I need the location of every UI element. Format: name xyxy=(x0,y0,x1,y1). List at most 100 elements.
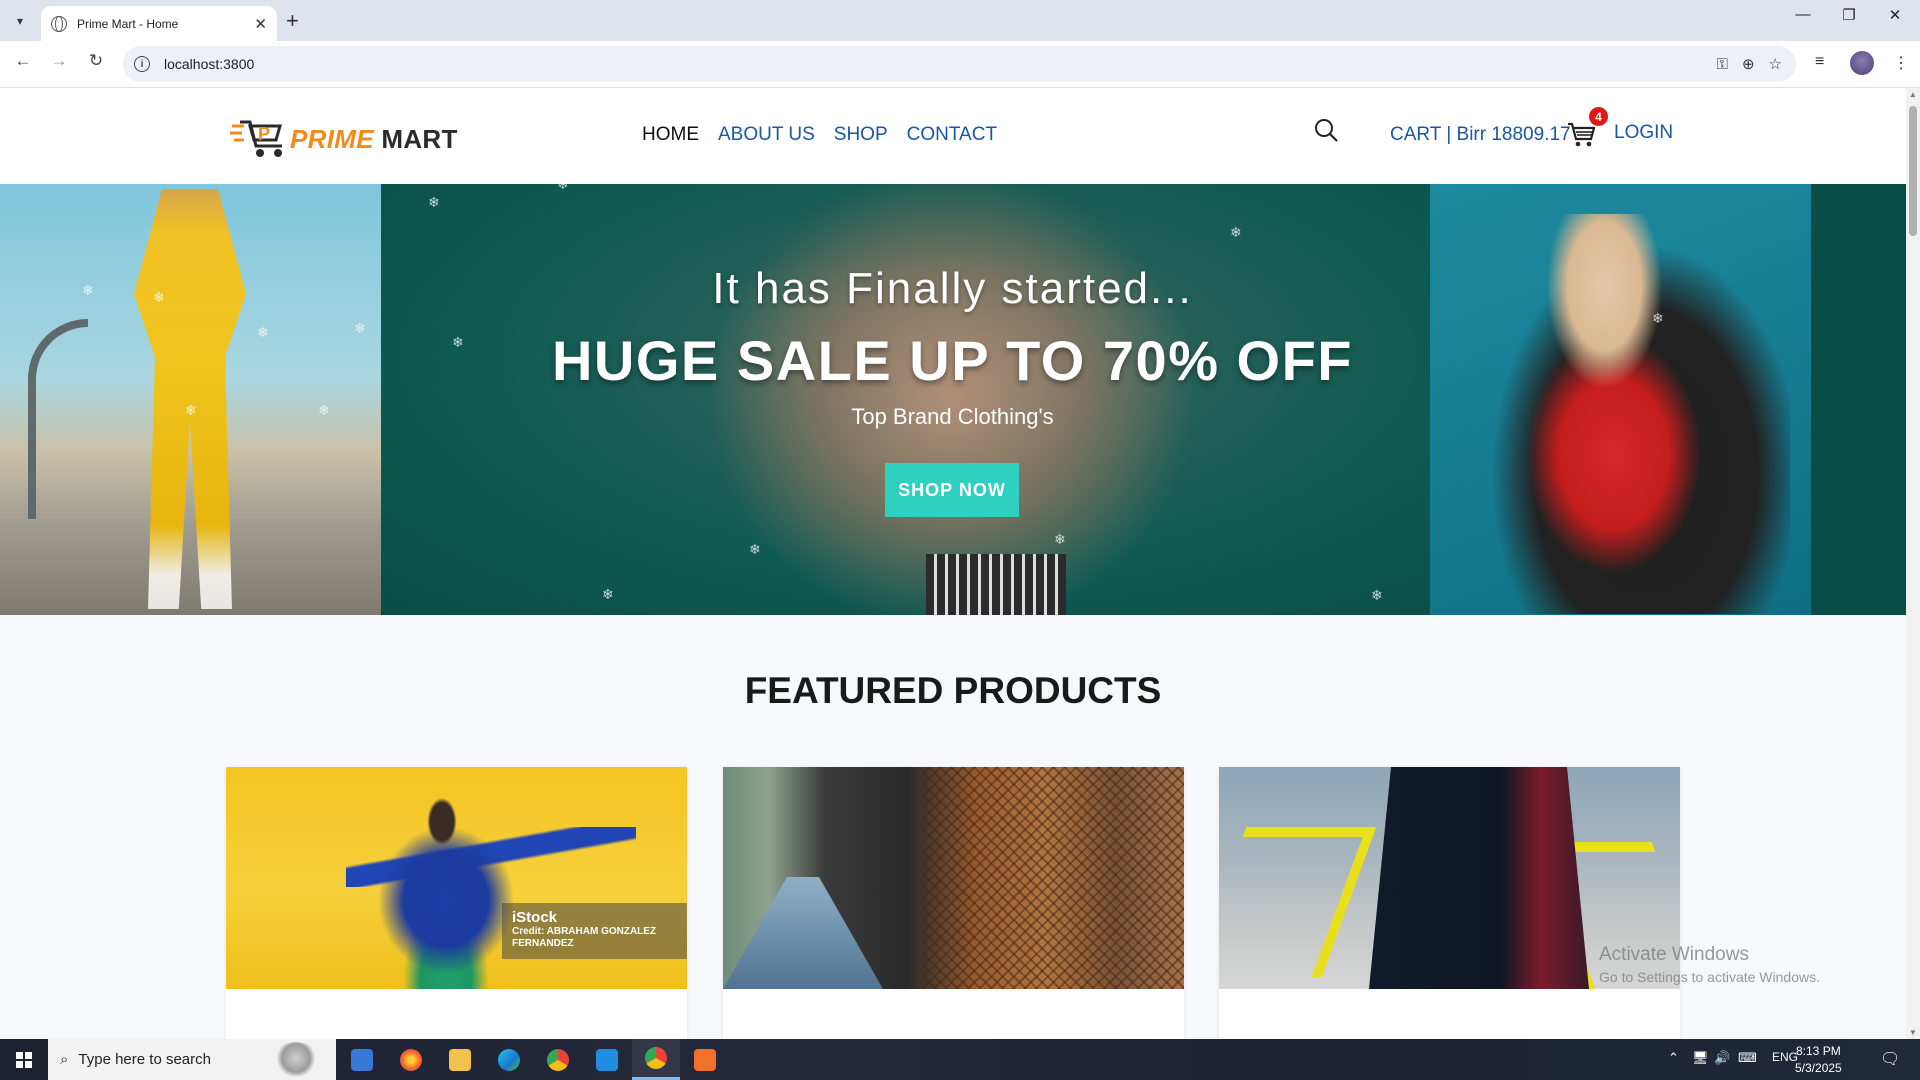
product-card[interactable] xyxy=(723,767,1184,1039)
folder-icon xyxy=(449,1048,471,1071)
product-image[interactable]: iStock Credit: ABRAHAM GONZALEZ FERNANDE… xyxy=(226,767,687,989)
globe-icon xyxy=(51,15,67,32)
nav-shop[interactable]: SHOP xyxy=(834,124,888,146)
snowflake-icon: ❄ xyxy=(354,320,366,336)
nav-contact[interactable]: CONTACT xyxy=(907,124,997,146)
keyboard-icon[interactable]: ⌨ xyxy=(1738,1050,1757,1066)
bookmark-star-icon[interactable]: ☆ xyxy=(1769,55,1782,73)
close-tab-icon[interactable]: ✕ xyxy=(254,15,267,33)
scroll-up-arrow-icon[interactable]: ▲ xyxy=(1909,90,1917,99)
firefox-icon xyxy=(400,1048,422,1071)
hero-image-edge xyxy=(1811,184,1906,615)
model-yellow-tracksuit xyxy=(134,189,246,609)
nav-home[interactable]: HOME xyxy=(642,124,699,146)
snowflake-icon: ❄ xyxy=(257,324,269,340)
cart-count-badge: 4 xyxy=(1589,107,1608,126)
watermark-credit-line2: FERNANDEZ xyxy=(512,938,574,949)
taskbar-app-explorer[interactable] xyxy=(436,1039,484,1080)
forward-arrow-icon[interactable]: → xyxy=(46,51,72,71)
activate-windows-subtitle: Go to Settings to activate Windows. xyxy=(1599,969,1820,985)
tab-search-chevron-icon[interactable]: ▾ xyxy=(8,9,32,33)
taskbar-app-xampp[interactable] xyxy=(681,1039,729,1080)
site-logo[interactable]: P PRIME MART xyxy=(230,118,458,160)
product-card[interactable]: iStock Credit: ABRAHAM GONZALEZ FERNANDE… xyxy=(226,767,687,1039)
profile-avatar[interactable] xyxy=(1850,51,1874,75)
chainlink-fence-shape xyxy=(923,767,1184,989)
hero-kicker: It has Finally started... xyxy=(712,264,1193,313)
volume-icon[interactable]: 🔊 xyxy=(1714,1050,1730,1066)
tab-title: Prime Mart - Home xyxy=(77,16,179,31)
hero-headline: HUGE SALE UP TO 70% OFF xyxy=(551,329,1354,392)
chrome-icon xyxy=(547,1048,569,1071)
activate-windows-title: Activate Windows xyxy=(1599,944,1749,965)
taskbar-app-chrome-active[interactable] xyxy=(632,1039,680,1080)
edge-icon xyxy=(498,1048,520,1071)
scrollbar-thumb[interactable] xyxy=(1909,106,1917,236)
clock-date: 5/3/2025 xyxy=(1795,1061,1842,1075)
media-controls-icon[interactable]: ≡ xyxy=(1815,53,1824,71)
taskbar-app-store[interactable] xyxy=(338,1039,386,1080)
yellow-rail-shape xyxy=(1219,827,1377,977)
hero-content: It has Finally started... HUGE SALE UP T… xyxy=(381,184,1524,615)
nav-about-us[interactable]: ABOUT US xyxy=(718,124,815,146)
model-dark-outfit xyxy=(1369,767,1589,989)
snowflake-icon: ❄ xyxy=(82,282,94,298)
minimize-icon[interactable]: — xyxy=(1780,6,1826,23)
taskbar-search-box[interactable]: ⌕ Type here to search xyxy=(48,1039,336,1080)
search-icon[interactable] xyxy=(1313,117,1339,143)
reload-icon[interactable]: ↻ xyxy=(83,51,109,71)
browser-toolbar: ← → ↻ i localhost:3800 ⚿ ⊕ ☆ ≡ ⋮ xyxy=(0,41,1920,88)
snowflake-icon: ❄ xyxy=(318,402,330,418)
basketball-hoop-shape xyxy=(28,319,88,519)
network-icon[interactable]: 🖥 xyxy=(1692,1050,1709,1066)
product-image[interactable] xyxy=(723,767,1184,989)
product-card[interactable] xyxy=(1219,767,1680,1039)
svg-text:P: P xyxy=(258,124,270,144)
back-arrow-icon[interactable]: ← xyxy=(10,51,36,71)
url-text[interactable]: localhost:3800 xyxy=(164,56,1717,72)
tray-overflow-chevron-icon[interactable]: ⌃ xyxy=(1668,1050,1679,1066)
search-icon: ⌕ xyxy=(60,1051,69,1068)
taskbar-clock[interactable]: 8:13 PM 5/3/2025 xyxy=(1795,1043,1842,1077)
istock-watermark: iStock Credit: ABRAHAM GONZALEZ FERNANDE… xyxy=(502,903,687,959)
scroll-down-arrow-icon[interactable]: ▼ xyxy=(1909,1028,1917,1037)
chrome-icon xyxy=(645,1047,667,1069)
model-blue-jacket xyxy=(346,792,546,989)
restore-icon[interactable]: ❐ xyxy=(1826,6,1872,24)
taskbar-app-edge[interactable] xyxy=(485,1039,533,1080)
vscode-icon xyxy=(596,1048,618,1071)
notification-center-icon[interactable]: 🗨 xyxy=(1880,1049,1900,1069)
shop-now-button[interactable]: SHOP NOW xyxy=(885,463,1019,517)
site-info-icon[interactable]: i xyxy=(134,56,150,72)
browser-tab[interactable]: Prime Mart - Home ✕ xyxy=(41,6,277,41)
address-bar[interactable]: i localhost:3800 ⚿ ⊕ ☆ xyxy=(123,46,1796,82)
zoom-icon[interactable]: ⊕ xyxy=(1742,55,1755,73)
start-button[interactable] xyxy=(0,1039,48,1080)
cart-summary-link[interactable]: CART | Birr 18809.17 xyxy=(1390,124,1571,146)
login-link[interactable]: LOGIN xyxy=(1614,122,1673,144)
watermark-brand: iStock xyxy=(512,909,558,926)
web-page: P PRIME MART HOME ABOUT US SHOP CONTACT … xyxy=(0,88,1906,1039)
shopping-cart-icon[interactable] xyxy=(1567,121,1595,147)
close-window-icon[interactable]: ✕ xyxy=(1872,6,1918,24)
main-nav: HOME ABOUT US SHOP CONTACT xyxy=(642,124,997,146)
store-icon xyxy=(351,1048,373,1071)
windows-taskbar: ⌕ Type here to search ⌃ 🖥 🔊 ⌨ ENG 8:13 P… xyxy=(0,1039,1920,1080)
page-scrollbar[interactable]: ▲ ▼ xyxy=(1906,88,1920,1039)
taskbar-app-firefox[interactable] xyxy=(387,1039,435,1080)
cart-logo-icon: P xyxy=(230,120,282,157)
windows-logo-icon xyxy=(16,1051,32,1068)
taskbar-search-placeholder: Type here to search xyxy=(78,1051,211,1068)
featured-products-title: FEATURED PRODUCTS xyxy=(744,670,1162,711)
snowflake-icon: ❄ xyxy=(185,402,197,418)
hero-banner: ❄ ❄ ❄ ❄ ❄ ❄ ❄ ❄ ❄ ❄ ❄ ❄ ❄ ❄ ❄ It has Fin… xyxy=(0,184,1906,615)
taskbar-app-vscode[interactable] xyxy=(583,1039,631,1080)
taskbar-app-chrome[interactable] xyxy=(534,1039,582,1080)
hero-image-left xyxy=(0,184,381,615)
walkway-shape xyxy=(723,877,883,989)
menu-kebab-icon[interactable]: ⋮ xyxy=(1893,53,1909,73)
clock-time: 8:13 PM xyxy=(1796,1044,1841,1058)
snowflake-icon: ❄ xyxy=(1652,310,1664,326)
password-key-icon[interactable]: ⚿ xyxy=(1717,56,1728,73)
new-tab-button[interactable]: + xyxy=(286,8,299,34)
